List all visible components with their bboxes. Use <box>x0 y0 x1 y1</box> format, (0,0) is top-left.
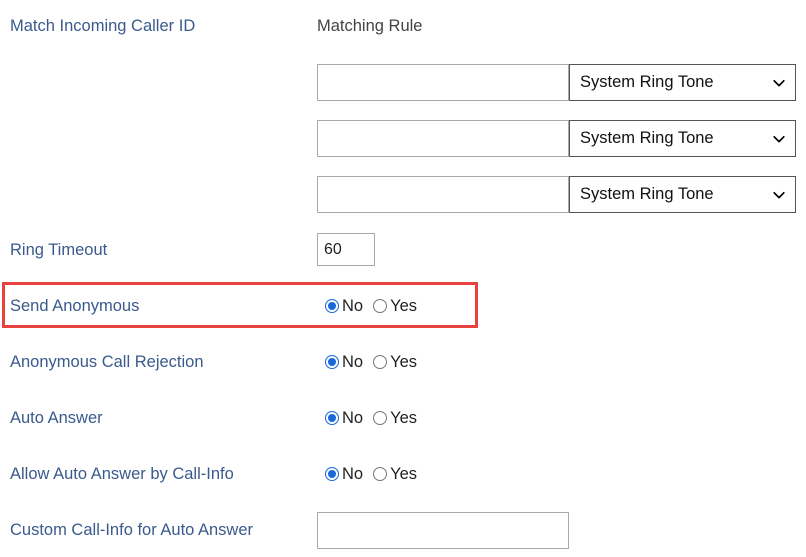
auto-answer-radio-no[interactable]: No <box>325 410 363 427</box>
ring-tone-select-1[interactable]: System Ring Tone <box>569 64 796 101</box>
radio-dot-icon[interactable] <box>373 355 388 369</box>
ring-tone-select-2[interactable]: System Ring Tone <box>569 120 796 157</box>
allow-auto-answer-by-call-info-radio-no-label: No <box>342 464 364 483</box>
radio-dot-icon[interactable] <box>373 299 388 313</box>
anonymous-call-rejection-radio-no-label: No <box>342 352 364 371</box>
anonymous-call-rejection-row: Anonymous Call Rejection No Yes <box>0 344 806 380</box>
chevron-down-icon <box>772 132 786 146</box>
allow-auto-answer-by-call-info-radio-group: No Yes <box>325 456 417 492</box>
radio-dot-selected-icon[interactable] <box>325 355 339 369</box>
radio-dot-icon[interactable] <box>373 411 388 425</box>
send-anonymous-radio-no-label: No <box>342 296 364 315</box>
auto-answer-label: Auto Answer <box>10 409 103 427</box>
radio-dot-icon[interactable] <box>373 467 388 481</box>
custom-call-info-input[interactable] <box>317 512 569 549</box>
send-anonymous-radio-yes-label: Yes <box>390 296 418 315</box>
custom-call-info-row: Custom Call-Info for Auto Answer <box>0 512 806 549</box>
auto-answer-radio-yes[interactable]: Yes <box>373 410 417 427</box>
ring-timeout-label: Ring Timeout <box>10 241 108 259</box>
ring-tone-select-3[interactable]: System Ring Tone <box>569 176 796 213</box>
custom-call-info-label: Custom Call-Info for Auto Answer <box>10 521 254 539</box>
anonymous-call-rejection-radio-yes-label: Yes <box>390 352 418 371</box>
ring-timeout-input[interactable] <box>317 233 375 266</box>
matching-rule-input-1[interactable] <box>317 64 569 101</box>
radio-dot-selected-icon[interactable] <box>325 467 339 481</box>
ring-tone-select-value-3: System Ring Tone <box>580 185 714 204</box>
header-row: Match Incoming Caller ID Matching Rule <box>0 8 806 44</box>
chevron-down-icon <box>772 76 786 90</box>
chevron-down-icon <box>772 188 786 202</box>
auto-answer-radio-yes-label: Yes <box>390 408 418 427</box>
send-anonymous-label: Send Anonymous <box>10 297 140 315</box>
matching-rule-row: System Ring Tone <box>0 64 806 101</box>
ring-tone-select-value-1: System Ring Tone <box>580 73 714 92</box>
radio-dot-selected-icon[interactable] <box>325 411 339 425</box>
send-anonymous-row: Send Anonymous No Yes <box>0 288 806 324</box>
ring-tone-select-value-2: System Ring Tone <box>580 129 714 148</box>
matching-rule-row: System Ring Tone <box>0 176 806 213</box>
allow-auto-answer-by-call-info-label: Allow Auto Answer by Call-Info <box>10 465 234 483</box>
allow-auto-answer-by-call-info-radio-yes[interactable]: Yes <box>373 466 417 483</box>
matching-rule-column-header: Matching Rule <box>317 17 423 35</box>
matching-rule-input-3[interactable] <box>317 176 569 213</box>
match-incoming-caller-id-label: Match Incoming Caller ID <box>10 17 196 35</box>
auto-answer-radio-no-label: No <box>342 408 364 427</box>
auto-answer-row: Auto Answer No Yes <box>0 400 806 436</box>
ring-timeout-row: Ring Timeout <box>0 232 806 268</box>
allow-auto-answer-by-call-info-row: Allow Auto Answer by Call-Info No Yes <box>0 456 806 492</box>
matching-rule-row: System Ring Tone <box>0 120 806 157</box>
send-anonymous-radio-group: No Yes <box>325 288 417 324</box>
auto-answer-radio-group: No Yes <box>325 400 417 436</box>
radio-dot-selected-icon[interactable] <box>325 299 339 313</box>
anonymous-call-rejection-label: Anonymous Call Rejection <box>10 353 204 371</box>
allow-auto-answer-by-call-info-radio-yes-label: Yes <box>390 464 418 483</box>
allow-auto-answer-by-call-info-radio-no[interactable]: No <box>325 466 363 483</box>
matching-rule-input-2[interactable] <box>317 120 569 157</box>
send-anonymous-radio-yes[interactable]: Yes <box>373 298 417 315</box>
anonymous-call-rejection-radio-yes[interactable]: Yes <box>373 354 417 371</box>
anonymous-call-rejection-radio-no[interactable]: No <box>325 354 363 371</box>
send-anonymous-radio-no[interactable]: No <box>325 298 363 315</box>
anonymous-call-rejection-radio-group: No Yes <box>325 344 417 380</box>
caller-id-settings-form: Match Incoming Caller ID Matching Rule S… <box>0 0 806 557</box>
